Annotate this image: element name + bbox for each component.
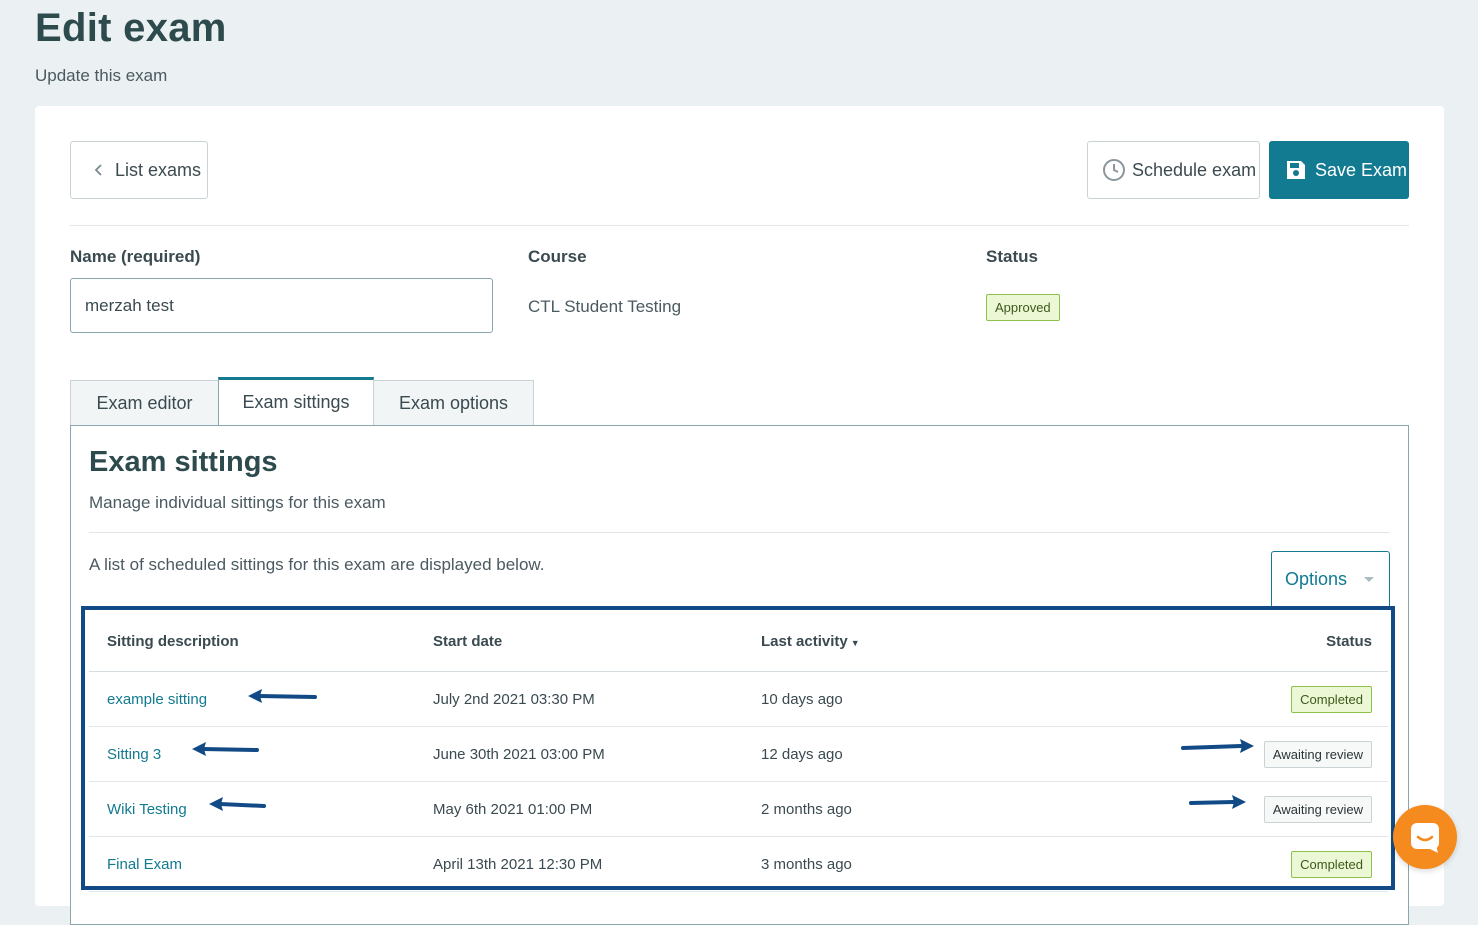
options-dropdown-button[interactable]: Options xyxy=(1271,551,1390,608)
list-exams-label: List exams xyxy=(115,159,202,180)
save-icon xyxy=(1287,161,1305,179)
name-input[interactable] xyxy=(70,278,493,333)
page-subtitle: Update this exam xyxy=(35,66,168,85)
name-label: Name (required) xyxy=(70,247,201,266)
tab-exam-sittings[interactable]: Exam sittings xyxy=(218,377,374,426)
schedule-exam-button[interactable]: Schedule exam xyxy=(1087,141,1260,199)
status-badge: Approved xyxy=(986,294,1060,321)
course-value: CTL Student Testing xyxy=(528,297,682,316)
panel-title: Exam sittings xyxy=(89,446,278,478)
list-exams-button[interactable]: List exams xyxy=(70,141,208,199)
arrow-right-icon xyxy=(1189,795,1246,809)
arrow-left-icon xyxy=(209,797,266,811)
clock-icon xyxy=(1103,159,1125,181)
arrow-left-icon xyxy=(192,742,259,756)
page-title: Edit exam xyxy=(35,6,227,50)
chevron-left-icon xyxy=(94,164,102,176)
chat-launcher-button[interactable] xyxy=(1393,805,1457,869)
tab-exam-options[interactable]: Exam options xyxy=(373,380,534,426)
panel-divider xyxy=(89,532,1390,533)
panel-subtitle: Manage individual sittings for this exam xyxy=(89,493,386,512)
panel-description: A list of scheduled sittings for this ex… xyxy=(89,555,545,574)
arrow-left-icon xyxy=(248,689,317,703)
chat-icon xyxy=(1411,823,1439,853)
course-label: Course xyxy=(528,247,587,266)
status-label: Status xyxy=(986,247,1038,266)
save-exam-button[interactable]: Save Exam xyxy=(1269,141,1409,199)
save-exam-label: Save Exam xyxy=(1315,159,1408,180)
options-label: Options xyxy=(1285,569,1348,589)
caret-down-icon xyxy=(1364,576,1375,582)
arrow-right-icon xyxy=(1181,739,1254,753)
schedule-exam-label: Schedule exam xyxy=(1132,159,1257,180)
tab-exam-editor[interactable]: Exam editor xyxy=(70,380,219,426)
header-divider xyxy=(70,225,1409,226)
